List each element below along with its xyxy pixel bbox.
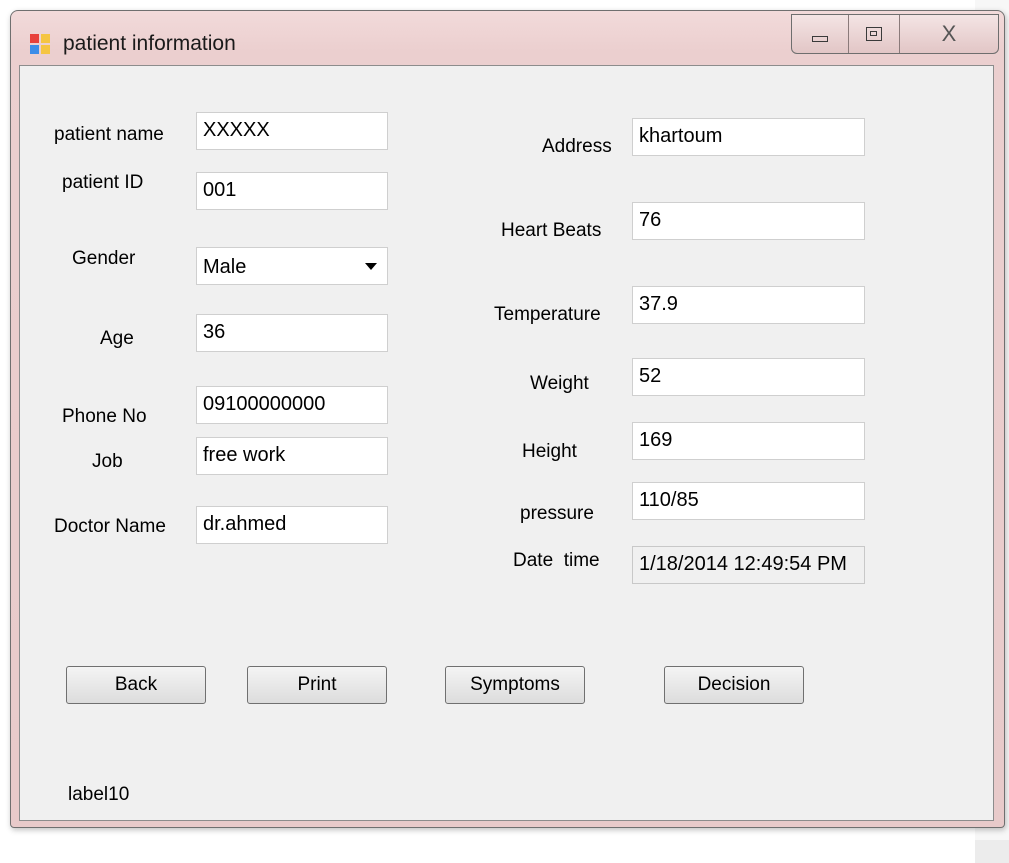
patient-id-input[interactable]: 001 [196, 172, 388, 210]
back-button[interactable]: Back [66, 666, 206, 704]
gender-select[interactable]: Male [196, 247, 388, 285]
doctor-name-label: Doctor Name [54, 516, 166, 537]
gender-selected-value: Male [203, 256, 247, 278]
heart-beats-input[interactable]: 76 [632, 202, 865, 240]
patient-id-label: patient ID [62, 172, 144, 193]
pressure-input[interactable]: 110/85 [632, 482, 865, 520]
heart-beats-label: Heart Beats [501, 220, 602, 241]
gender-label: Gender [72, 248, 136, 269]
pressure-label: pressure [520, 503, 594, 524]
window-title: patient information [63, 32, 236, 55]
temperature-input[interactable]: 37.9 [632, 286, 865, 324]
close-button[interactable]: X [900, 15, 998, 53]
decision-button[interactable]: Decision [664, 666, 804, 704]
close-icon: X [941, 21, 957, 46]
weight-label: Weight [530, 373, 589, 394]
maximize-icon [866, 27, 882, 41]
age-input[interactable]: 36 [196, 314, 388, 352]
minimize-button[interactable] [792, 15, 849, 53]
phone-no-input[interactable]: 09100000000 [196, 386, 388, 424]
date-time-label: Date time [513, 550, 600, 571]
symptoms-button[interactable]: Symptoms [445, 666, 585, 704]
address-input[interactable]: khartoum [632, 118, 865, 156]
window-caption-buttons: X [791, 14, 999, 54]
doctor-name-input[interactable]: dr.ahmed [196, 506, 388, 544]
weight-input[interactable]: 52 [632, 358, 865, 396]
maximize-button[interactable] [849, 15, 900, 53]
patient-name-label: patient name [54, 124, 164, 145]
print-button[interactable]: Print [247, 666, 387, 704]
age-label: Age [100, 328, 134, 349]
height-input[interactable]: 169 [632, 422, 865, 460]
background-box [975, 840, 1009, 863]
form-client-area: patient name XXXXX patient ID 001 Gender… [19, 65, 994, 821]
patient-name-input[interactable]: XXXXX [196, 112, 388, 150]
chevron-down-icon [365, 263, 377, 270]
height-label: Height [522, 441, 577, 462]
phone-no-label: Phone No [62, 406, 147, 427]
date-time-input[interactable]: 1/18/2014 12:49:54 PM [632, 546, 865, 584]
app-form-icon [30, 34, 50, 54]
minimize-icon [812, 36, 828, 42]
job-label: Job [92, 451, 123, 472]
patient-information-window: patient information X patient name XXXXX… [10, 10, 1005, 828]
status-label: label10 [68, 784, 130, 805]
job-input[interactable]: free work [196, 437, 388, 475]
temperature-label: Temperature [494, 304, 601, 325]
address-label: Address [542, 136, 612, 157]
